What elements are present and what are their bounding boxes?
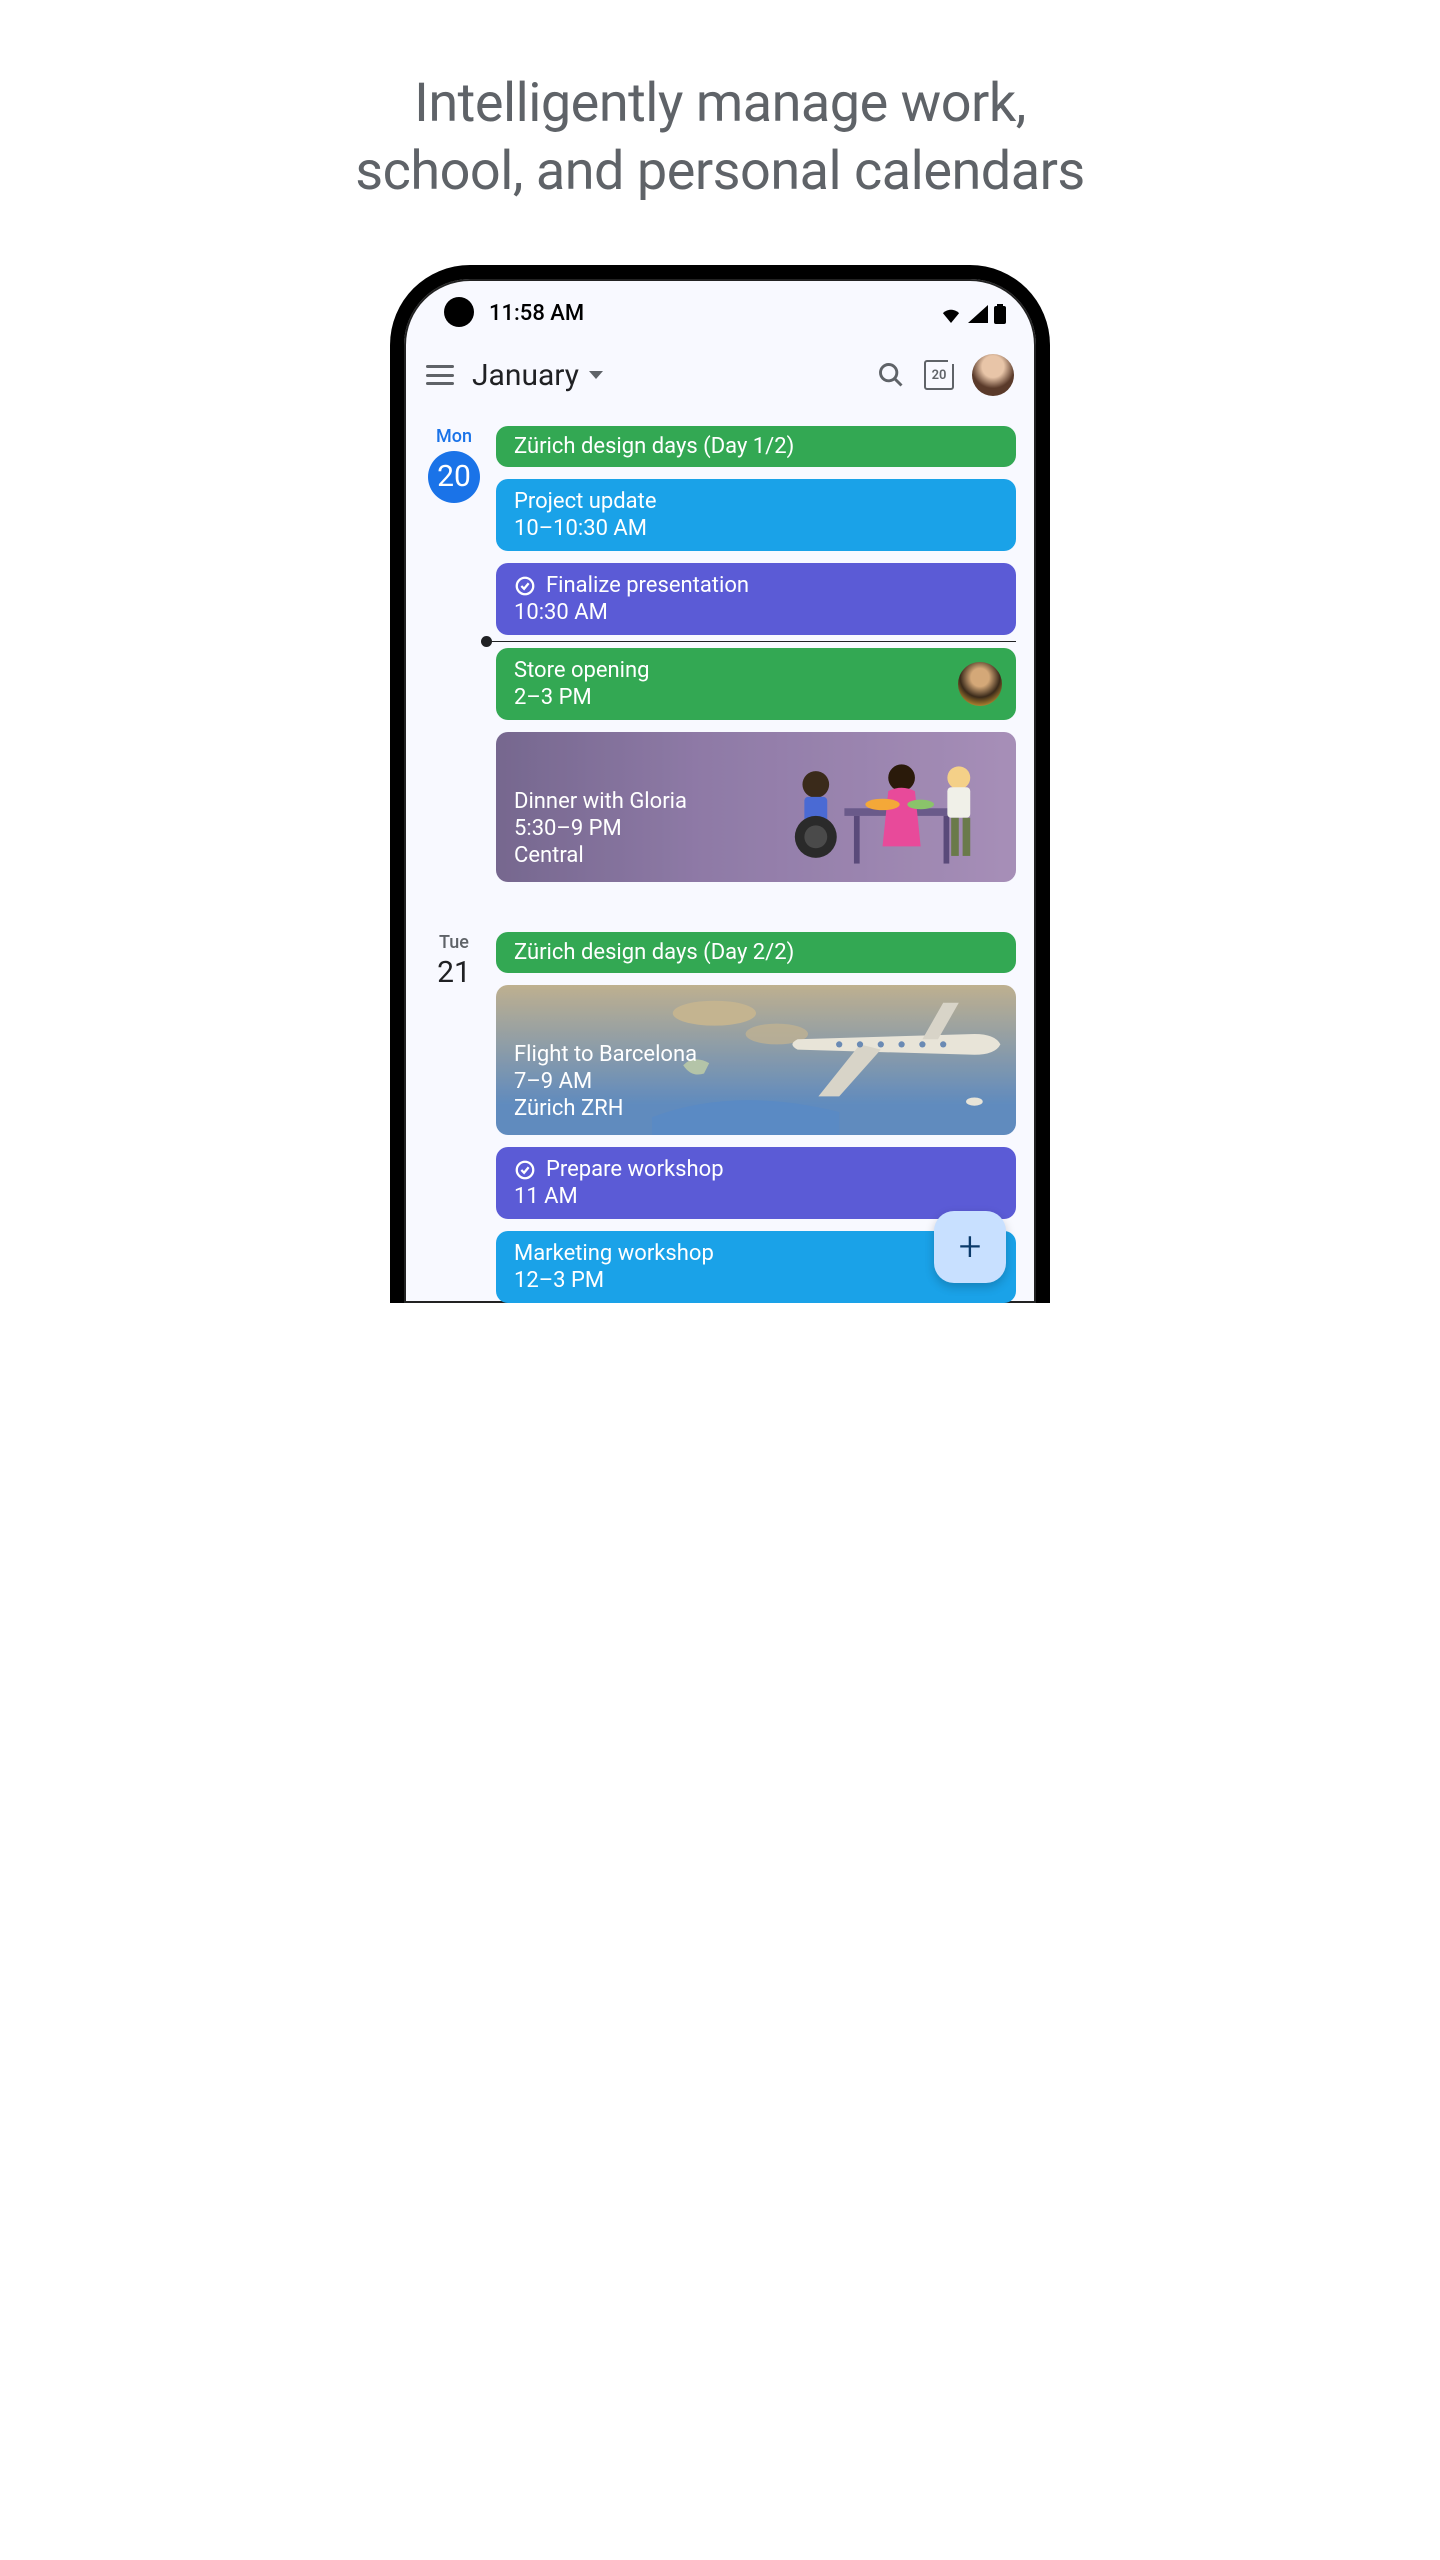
chevron-down-icon xyxy=(589,371,603,379)
event-title: Prepare workshop xyxy=(546,1157,724,1182)
day-label[interactable]: Mon 20 xyxy=(424,426,484,882)
today-button[interactable]: 20 xyxy=(924,360,954,390)
day-name: Mon xyxy=(424,426,484,447)
event-title: Zürich design days (Day 2/2) xyxy=(514,940,998,965)
search-button[interactable] xyxy=(876,360,906,390)
attendee-avatar xyxy=(958,662,1002,706)
task-check-icon xyxy=(514,575,536,597)
day-number: 20 xyxy=(428,451,480,503)
event-time: 10:30 AM xyxy=(514,600,998,625)
event-item[interactable]: Prepare workshop 11 AM xyxy=(496,1147,1016,1219)
event-time: 7–9 AM xyxy=(514,1069,998,1094)
status-icons xyxy=(940,304,1006,324)
event-title: Flight to Barcelona xyxy=(514,1042,998,1067)
current-time-indicator xyxy=(486,641,1016,642)
event-item[interactable]: Dinner with Gloria 5:30–9 PM Central xyxy=(496,732,1016,882)
event-title: Project update xyxy=(514,489,998,514)
status-bar: 11:58 AM xyxy=(404,279,1036,334)
search-icon xyxy=(877,361,905,389)
phone-mockup: 11:58 AM January 20 Mon 20 Zü xyxy=(390,265,1050,1303)
calendar-schedule[interactable]: Mon 20 Zürich design days (Day 1/2) Proj… xyxy=(404,416,1036,1303)
event-item[interactable]: Zürich design days (Day 1/2) xyxy=(496,426,1016,467)
day-name: Tue xyxy=(424,932,484,953)
event-time: 10–10:30 AM xyxy=(514,516,998,541)
create-event-fab[interactable]: + xyxy=(934,1211,1006,1283)
day-label[interactable]: Tue 21 xyxy=(424,932,484,1303)
battery-icon xyxy=(994,304,1006,324)
signal-icon xyxy=(968,305,988,323)
month-label: January xyxy=(472,358,579,393)
camera-hole xyxy=(444,297,474,327)
event-location: Zürich ZRH xyxy=(514,1096,998,1121)
month-selector[interactable]: January xyxy=(472,358,603,393)
events-column: Zürich design days (Day 1/2) Project upd… xyxy=(496,426,1016,882)
event-time: 11 AM xyxy=(514,1184,998,1209)
marketing-headline: Intelligently manage work, school, and p… xyxy=(310,0,1130,265)
event-time: 2–3 PM xyxy=(514,685,998,710)
account-avatar[interactable] xyxy=(972,354,1014,396)
event-title: Dinner with Gloria xyxy=(514,789,998,814)
day-section: Mon 20 Zürich design days (Day 1/2) Proj… xyxy=(424,426,1016,882)
day-number: 21 xyxy=(424,955,484,990)
event-location: Central xyxy=(514,843,998,868)
menu-icon[interactable] xyxy=(426,365,454,385)
event-title: Finalize presentation xyxy=(546,573,749,598)
event-item[interactable]: Project update 10–10:30 AM xyxy=(496,479,1016,551)
event-title: Zürich design days (Day 1/2) xyxy=(514,434,998,459)
event-time: 5:30–9 PM xyxy=(514,816,998,841)
task-check-icon xyxy=(514,1159,536,1181)
event-item[interactable]: Zürich design days (Day 2/2) xyxy=(496,932,1016,973)
app-header: January 20 xyxy=(404,334,1036,416)
plus-icon: + xyxy=(959,1227,982,1267)
event-item[interactable]: Store opening 2–3 PM xyxy=(496,648,1016,720)
event-title: Marketing workshop xyxy=(514,1241,998,1266)
status-time: 11:58 AM xyxy=(489,301,584,326)
event-item[interactable]: Finalize presentation 10:30 AM xyxy=(496,563,1016,635)
event-item[interactable]: Flight to Barcelona 7–9 AM Zürich ZRH xyxy=(496,985,1016,1135)
wifi-icon xyxy=(940,305,962,323)
event-title: Store opening xyxy=(514,658,998,683)
day-section: Tue 21 Zürich design days (Day 2/2) xyxy=(424,932,1016,1303)
event-time: 12–3 PM xyxy=(514,1268,998,1293)
